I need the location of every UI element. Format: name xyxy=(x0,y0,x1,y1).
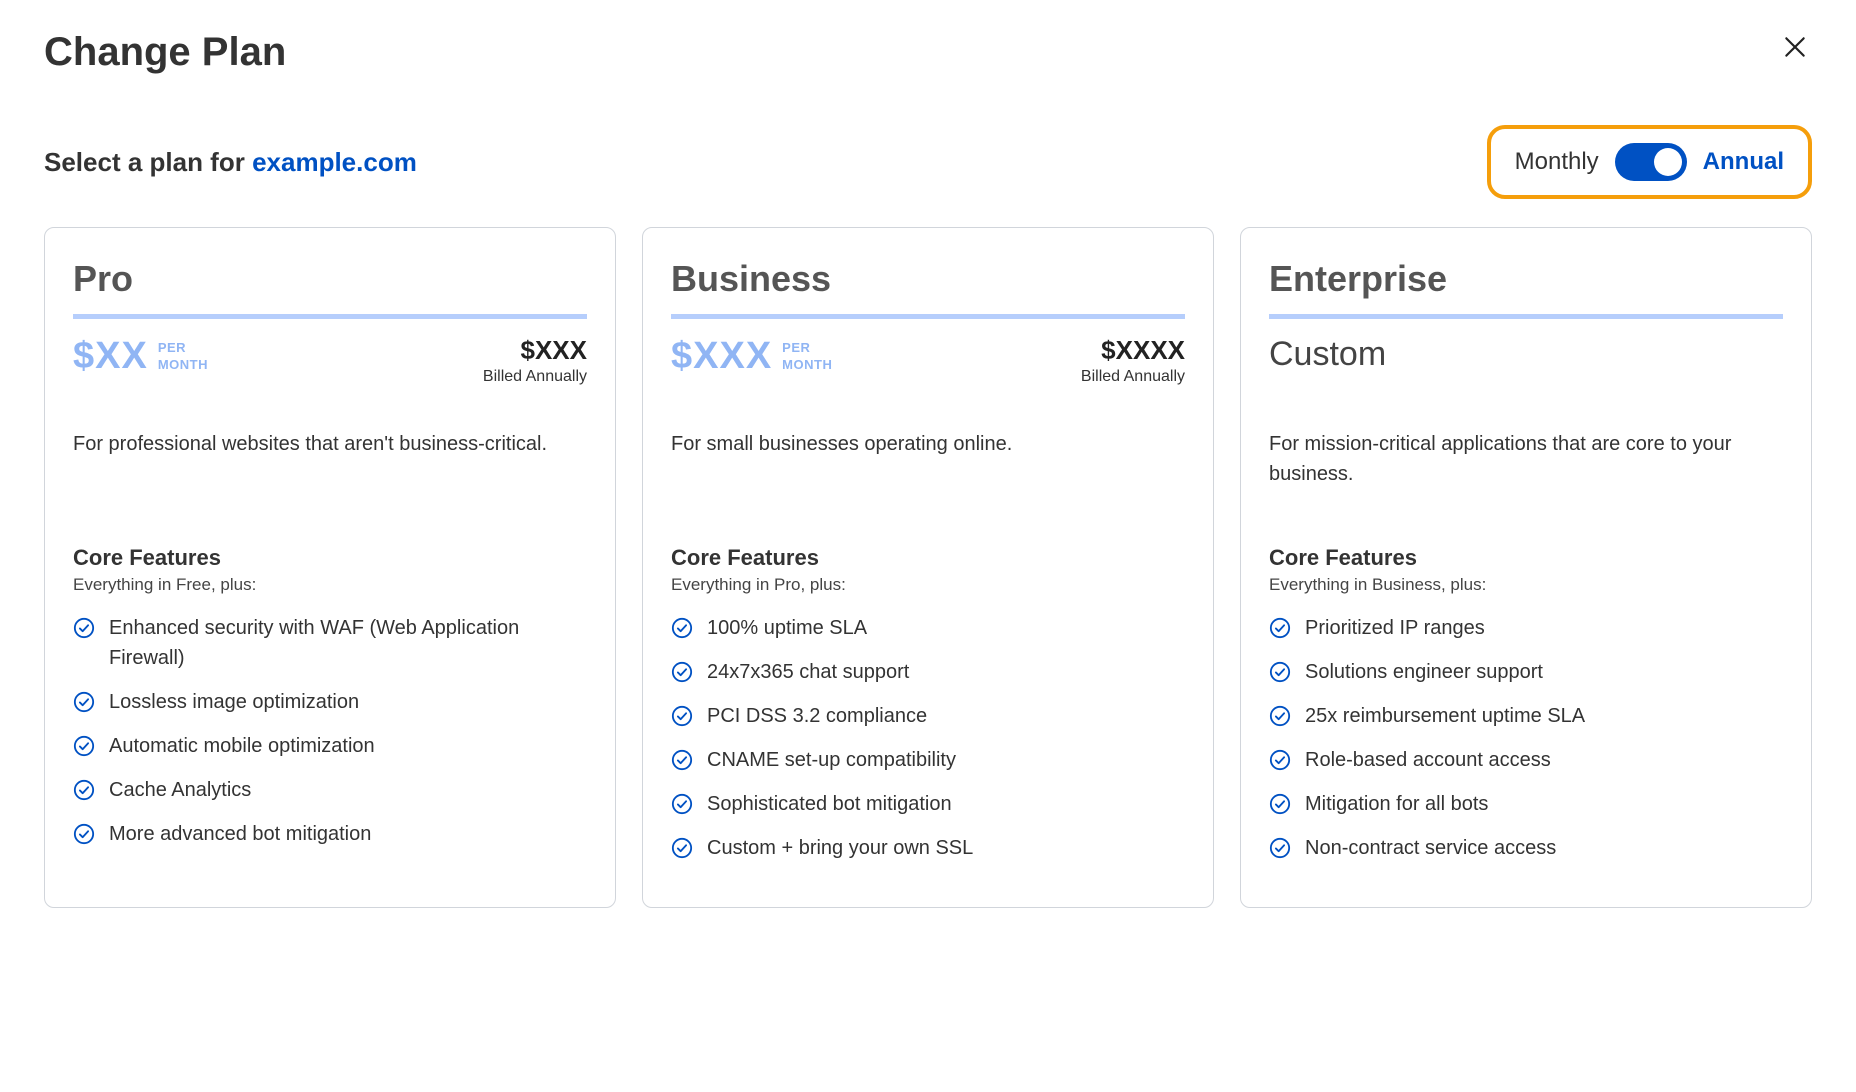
select-plan-prefix: Select a plan for xyxy=(44,147,252,177)
feature-text: Cache Analytics xyxy=(109,775,251,805)
feature-item: Non-contract service access xyxy=(1269,833,1783,863)
feature-item: 25x reimbursement uptime SLA xyxy=(1269,701,1783,731)
feature-text: Automatic mobile optimization xyxy=(109,731,375,761)
feature-text: PCI DSS 3.2 compliance xyxy=(707,701,927,731)
feature-text: Mitigation for all bots xyxy=(1305,789,1488,819)
feature-item: PCI DSS 3.2 compliance xyxy=(671,701,1185,731)
plan-card-business: Business $XXX PERMONTH $XXXX Billed Annually… xyxy=(642,227,1214,908)
check-circle-icon xyxy=(671,749,693,771)
feature-text: More advanced bot mitigation xyxy=(109,819,371,849)
check-circle-icon xyxy=(671,705,693,727)
check-circle-icon xyxy=(73,779,95,801)
plan-custom-price: Custom xyxy=(1269,335,1386,374)
feature-text: Prioritized IP ranges xyxy=(1305,613,1485,643)
plan-divider xyxy=(1269,314,1783,319)
feature-text: Enhanced security with WAF (Web Applicat… xyxy=(109,613,587,673)
plan-description: For professional websites that aren't bu… xyxy=(73,429,587,491)
feature-item: Role-based account access xyxy=(1269,745,1783,775)
feature-item: Enhanced security with WAF (Web Applicat… xyxy=(73,613,587,673)
billing-toggle-monthly-label[interactable]: Monthly xyxy=(1515,148,1599,176)
plan-divider xyxy=(73,314,587,319)
feature-item: Automatic mobile optimization xyxy=(73,731,587,761)
feature-item: Solutions engineer support xyxy=(1269,657,1783,687)
switch-knob xyxy=(1654,148,1682,176)
feature-item: More advanced bot mitigation xyxy=(73,819,587,849)
plan-billed-label: Billed Annually xyxy=(1081,368,1185,386)
billing-toggle-switch[interactable] xyxy=(1615,143,1687,181)
feature-text: Role-based account access xyxy=(1305,745,1551,775)
feature-text: Solutions engineer support xyxy=(1305,657,1543,687)
select-plan-heading: Select a plan for example.com xyxy=(44,147,417,178)
plans-container: Pro $XX PERMONTH $XXX Billed Annually For pro… xyxy=(44,227,1812,908)
feature-item: Sophisticated bot mitigation xyxy=(671,789,1185,819)
check-circle-icon xyxy=(671,837,693,859)
features-subheading: Everything in Business, plus: xyxy=(1269,575,1783,595)
features-heading: Core Features xyxy=(73,545,587,571)
features-heading: Core Features xyxy=(1269,545,1783,571)
feature-item: Cache Analytics xyxy=(73,775,587,805)
check-circle-icon xyxy=(1269,661,1291,683)
check-circle-icon xyxy=(1269,705,1291,727)
plan-price-unit: PERMONTH xyxy=(158,340,208,374)
plan-name: Enterprise xyxy=(1269,258,1783,300)
features-heading: Core Features xyxy=(671,545,1185,571)
plan-card-pro: Pro $XX PERMONTH $XXX Billed Annually For pro… xyxy=(44,227,616,908)
features-subheading: Everything in Pro, plus: xyxy=(671,575,1185,595)
plan-price-monthly: $XX xyxy=(73,335,148,378)
check-circle-icon xyxy=(73,735,95,757)
close-icon xyxy=(1782,34,1808,67)
feature-item: 100% uptime SLA xyxy=(671,613,1185,643)
plan-billed-label: Billed Annually xyxy=(483,368,587,386)
close-button[interactable] xyxy=(1778,30,1812,70)
feature-text: 25x reimbursement uptime SLA xyxy=(1305,701,1585,731)
plan-price-monthly: $XXX xyxy=(671,335,772,378)
billing-toggle: Monthly Annual xyxy=(1487,125,1812,199)
check-circle-icon xyxy=(73,617,95,639)
features-list: Enhanced security with WAF (Web Applicat… xyxy=(73,613,587,849)
check-circle-icon xyxy=(671,793,693,815)
feature-item: 24x7x365 chat support xyxy=(671,657,1185,687)
plan-name: Pro xyxy=(73,258,587,300)
plan-description: For mission-critical applications that a… xyxy=(1269,429,1783,491)
feature-text: 24x7x365 chat support xyxy=(707,657,909,687)
feature-text: 100% uptime SLA xyxy=(707,613,867,643)
feature-text: Sophisticated bot mitigation xyxy=(707,789,952,819)
check-circle-icon xyxy=(1269,837,1291,859)
plan-card-enterprise: Enterprise Custom For mission-critical app… xyxy=(1240,227,1812,908)
check-circle-icon xyxy=(1269,749,1291,771)
page-title: Change Plan xyxy=(44,30,286,75)
billing-toggle-annual-label[interactable]: Annual xyxy=(1703,148,1784,176)
plan-description: For small businesses operating online. xyxy=(671,429,1185,491)
check-circle-icon xyxy=(73,823,95,845)
feature-item: Prioritized IP ranges xyxy=(1269,613,1783,643)
check-circle-icon xyxy=(73,691,95,713)
feature-text: Non-contract service access xyxy=(1305,833,1556,863)
plan-name: Business xyxy=(671,258,1185,300)
feature-text: CNAME set-up compatibility xyxy=(707,745,956,775)
feature-item: Mitigation for all bots xyxy=(1269,789,1783,819)
feature-item: CNAME set-up compatibility xyxy=(671,745,1185,775)
check-circle-icon xyxy=(1269,793,1291,815)
features-list: Prioritized IP ranges Solutions engineer … xyxy=(1269,613,1783,863)
domain-link[interactable]: example.com xyxy=(252,147,417,177)
feature-text: Custom + bring your own SSL xyxy=(707,833,973,863)
feature-item: Lossless image optimization xyxy=(73,687,587,717)
features-subheading: Everything in Free, plus: xyxy=(73,575,587,595)
check-circle-icon xyxy=(671,617,693,639)
check-circle-icon xyxy=(1269,617,1291,639)
plan-price-annual: $XXXX xyxy=(1081,335,1185,366)
plan-price-unit: PERMONTH xyxy=(782,340,832,374)
feature-item: Custom + bring your own SSL xyxy=(671,833,1185,863)
feature-text: Lossless image optimization xyxy=(109,687,359,717)
check-circle-icon xyxy=(671,661,693,683)
plan-price-annual: $XXX xyxy=(483,335,587,366)
plan-divider xyxy=(671,314,1185,319)
features-list: 100% uptime SLA 24x7x365 chat support PCI … xyxy=(671,613,1185,863)
